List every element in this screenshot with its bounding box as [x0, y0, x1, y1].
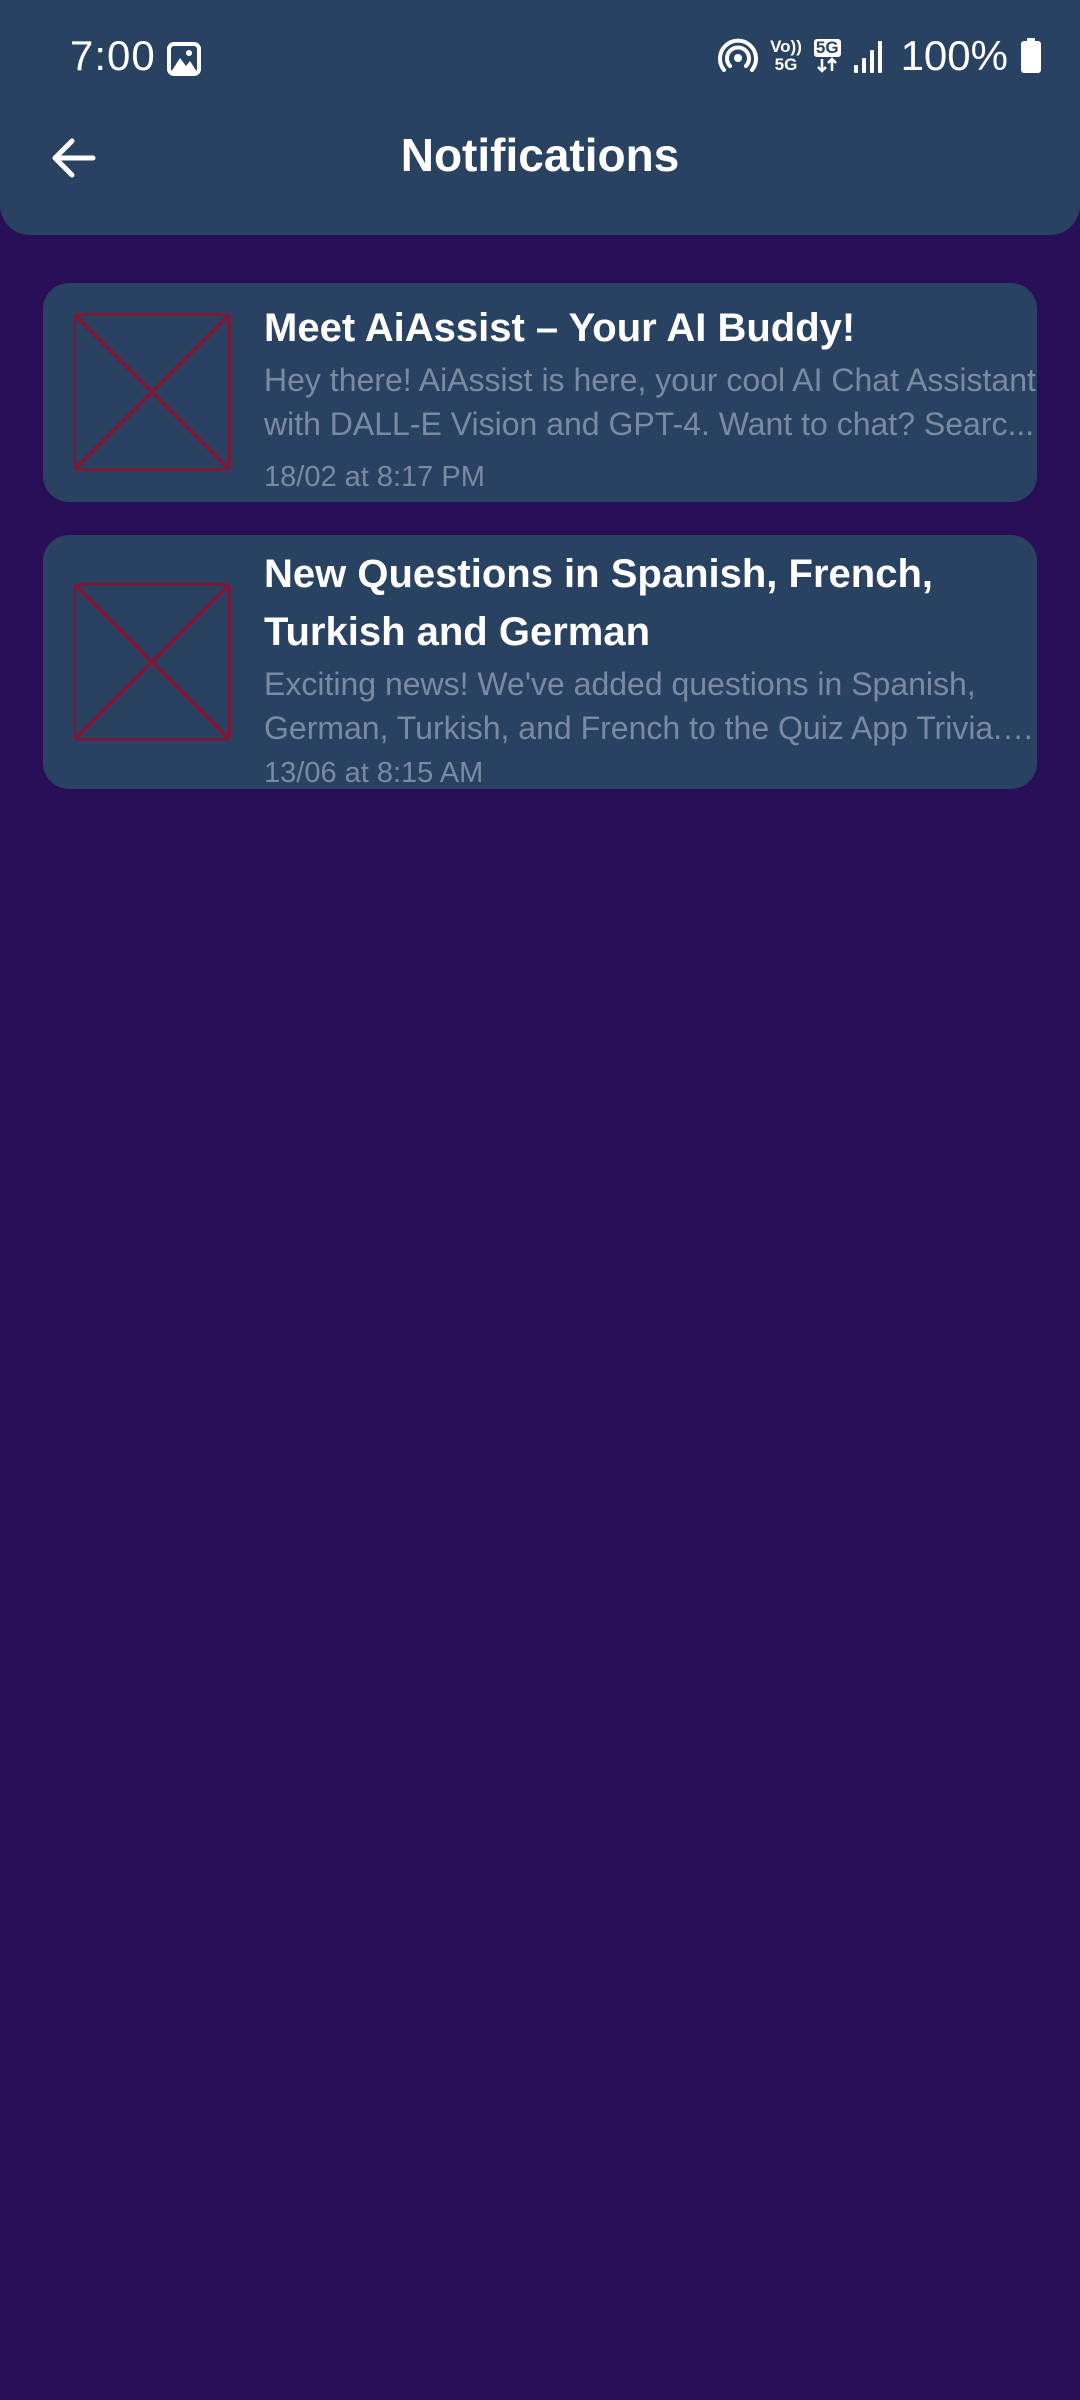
5g-data-icon: 5G	[813, 38, 841, 73]
notification-title-line: New Questions in Spanish, French,	[264, 552, 934, 596]
notification-time: 13/06 at 8:15 AM	[264, 757, 484, 789]
app-header: 7:00 Vo)) 5G 5G 100% Notifications	[0, 0, 1080, 235]
notification-body-line: with DALL-E Vision and GPT-4. Want to ch…	[264, 406, 1035, 442]
notification-title: Meet AiAssist – Your AI Buddy!	[264, 306, 856, 350]
notification-list: Meet AiAssist – Your AI Buddy! Hey there…	[43, 283, 1037, 822]
notification-body-line: Hey there! AiAssist is here, your cool A…	[264, 362, 1036, 398]
notification-body-line: German, Turkish, and French to the Quiz …	[264, 710, 1037, 746]
notification-card[interactable]: New Questions in Spanish, French, Turkis…	[43, 535, 1037, 789]
status-time: 7:00	[70, 32, 156, 79]
notification-title-line: Turkish and German	[264, 610, 651, 654]
status-bar: 7:00 Vo)) 5G 5G 100%	[0, 0, 1080, 120]
notification-content: Meet AiAssist – Your AI Buddy! Hey there…	[264, 299, 1037, 497]
hotspot-icon	[718, 36, 759, 76]
battery-icon	[1020, 38, 1042, 74]
notification-content: New Questions in Spanish, French, Turkis…	[264, 545, 1037, 789]
signal-icon	[853, 39, 885, 73]
notification-time: 18/02 at 8:17 PM	[264, 461, 485, 493]
notification-card[interactable]: Meet AiAssist – Your AI Buddy! Hey there…	[43, 283, 1037, 502]
volte-5g-icon: Vo)) 5G	[770, 38, 802, 74]
battery-percentage: 100%	[900, 32, 1008, 79]
gallery-icon	[167, 42, 201, 76]
notification-body-line: Exciting news! We've added questions in …	[264, 666, 976, 702]
volte-5g-label: 5G	[774, 55, 798, 74]
broken-image-icon	[73, 583, 231, 741]
page-title: Notifications	[400, 129, 680, 181]
volte-label: Vo))	[770, 37, 802, 56]
data-network-label: 5G	[813, 38, 841, 57]
broken-image-icon	[73, 313, 231, 471]
status-icons: Vo)) 5G 5G 100%	[718, 32, 1042, 80]
